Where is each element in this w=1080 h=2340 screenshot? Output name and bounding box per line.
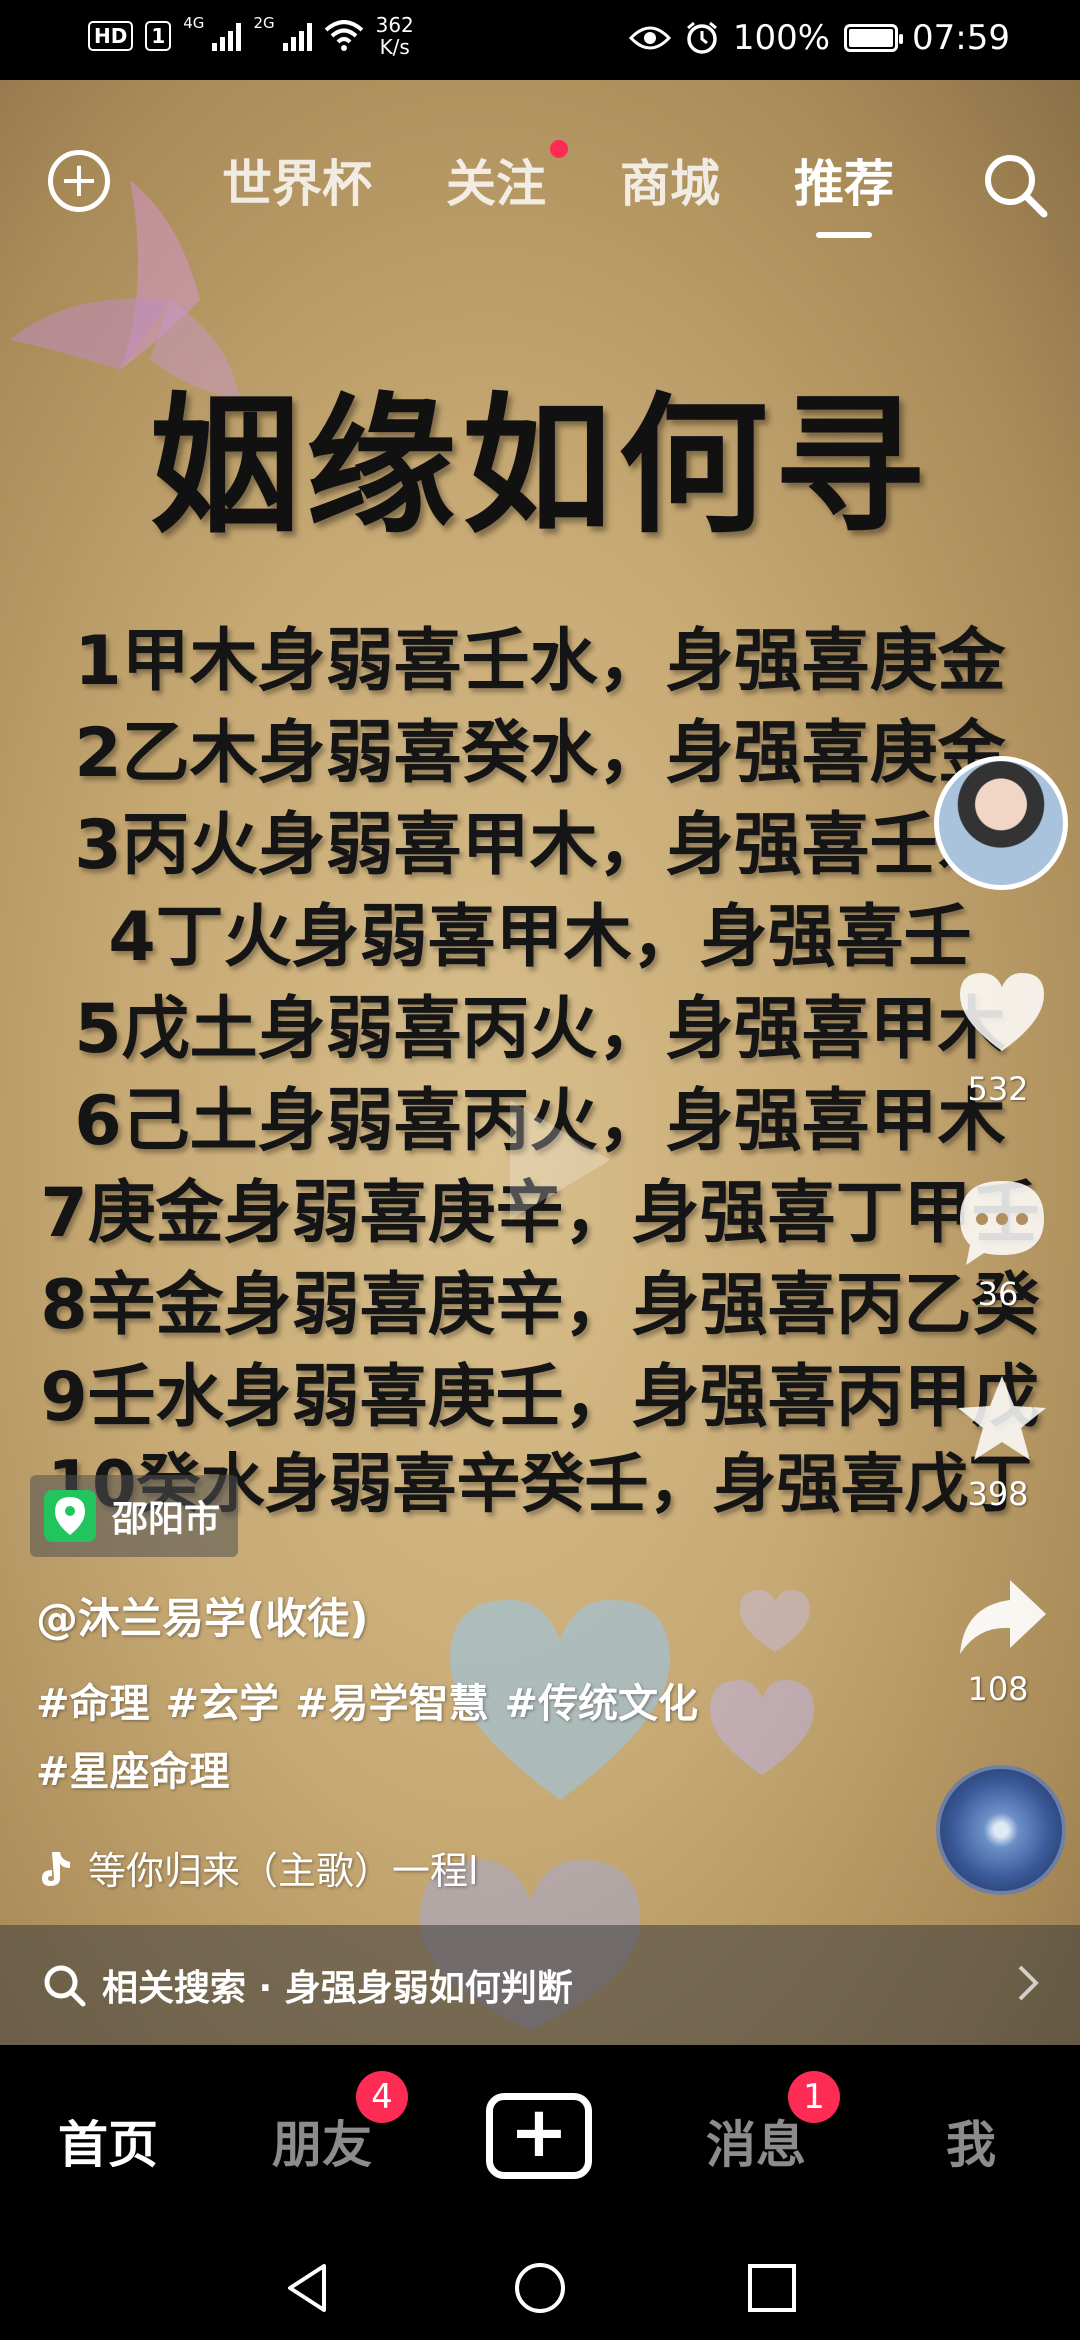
signal2-icon [282, 21, 312, 51]
alarm-icon [686, 21, 717, 54]
sim-indicator: 1 [145, 21, 172, 51]
video-player[interactable]: + 世界杯 关注 商城 推荐 姻缘如何寻 1甲木身弱喜壬水，身强喜庚金 2乙木身… [0, 80, 1080, 2045]
text-line-8: 8辛金身弱喜庚辛，身强喜丙乙癸 [40, 1266, 1040, 1345]
hashtag-2[interactable]: #玄学 [166, 1681, 280, 1727]
system-navigation-bar [0, 2230, 1080, 2340]
home-circle-icon[interactable] [512, 2260, 568, 2316]
wifi-icon [324, 20, 363, 51]
location-label: 邵阳市 [112, 1499, 221, 1540]
music-title: 等你归来（主歌）一程l [88, 1849, 479, 1893]
favorite-star-icon[interactable] [954, 1370, 1050, 1466]
tab-worldcup[interactable]: 世界杯 [222, 144, 372, 216]
status-right: 100% 07:59 [628, 18, 1010, 58]
location-tag[interactable]: 邵阳市 [30, 1475, 239, 1557]
related-search-label: 相关搜索 · 身强身弱如何判断 [102, 1968, 573, 2009]
text-line-2: 2乙木身弱喜癸水，身强喜庚金 [74, 714, 1006, 793]
like-heart-icon[interactable] [954, 965, 1050, 1061]
nav-messages-label: 消息 [706, 2116, 806, 2174]
hashtag-list: #命理 #玄学 #易学智慧 #传统文化 #星座命理 [36, 1670, 756, 1806]
share-arrow-icon[interactable] [954, 1570, 1050, 1666]
tab-mall[interactable]: 商城 [620, 144, 720, 216]
author-avatar[interactable] [934, 756, 1068, 890]
text-line-3: 3丙火身弱喜甲木，身强喜壬水 [74, 806, 1006, 885]
status-bar: HD 1 4G 2G 362 K/s 100% 07:59 [0, 0, 1080, 80]
active-tab-underline [816, 232, 872, 238]
chevron-right-icon [1018, 1965, 1039, 2001]
nav-messages[interactable]: 消息 1 [706, 2071, 840, 2177]
right-action-rail: 532 36 398 108 [930, 80, 1080, 2045]
author-name[interactable]: @沐兰易学(收徒) [36, 1585, 368, 1646]
music-disc[interactable] [936, 1765, 1066, 1895]
signal1-icon [212, 21, 242, 51]
tab-recommend[interactable]: 推荐 [794, 144, 894, 238]
follow-notification-dot [550, 140, 568, 158]
eye-icon [628, 26, 671, 50]
hashtag-5[interactable]: #星座命理 [36, 1749, 230, 1795]
related-search-bar[interactable]: 相关搜索 · 身强身弱如何判断 [0, 1925, 1080, 2045]
tab-follow[interactable]: 关注 [446, 140, 568, 216]
text-line-1: 1甲木身弱喜壬水，身强喜庚金 [74, 622, 1006, 701]
bottom-navigation: 首页 朋友 4 + 消息 1 我 [0, 2045, 1080, 2230]
nav-home[interactable]: 首页 [58, 2105, 158, 2177]
back-triangle-icon[interactable] [280, 2260, 336, 2316]
signal2-label: 2G [253, 14, 275, 32]
tab-recommend-label: 推荐 [794, 155, 894, 213]
like-count: 532 [967, 1070, 1029, 1108]
comment-icon[interactable] [954, 1175, 1050, 1271]
text-line-9: 9壬水身弱喜庚壬，身强喜丙甲戊 [40, 1358, 1040, 1437]
nav-friends[interactable]: 朋友 4 [272, 2071, 408, 2177]
favorite-count: 398 [967, 1475, 1029, 1513]
play-icon[interactable] [470, 1080, 630, 1240]
music-note-icon [42, 1851, 70, 1886]
battery-percent: 100% [732, 18, 831, 58]
net-speed-value: 362 [375, 13, 414, 37]
tab-follow-label: 关注 [446, 155, 546, 213]
hashtag-3[interactable]: #易学智慧 [295, 1681, 489, 1727]
add-circle-button[interactable]: + [48, 150, 110, 212]
net-speed-unit: K/s [379, 35, 410, 59]
signal1-label: 4G [183, 14, 205, 32]
comment-count: 36 [977, 1275, 1019, 1313]
share-count: 108 [967, 1670, 1029, 1708]
text-line-5: 5戊土身弱喜丙火，身强喜甲木 [74, 990, 1006, 1069]
text-line-4: 4丁火身弱喜甲木，身强喜壬 [108, 898, 972, 977]
net-speed: 362 K/s [376, 14, 414, 58]
top-navigation: + 世界杯 关注 商城 推荐 [0, 110, 1080, 238]
create-button[interactable]: + [486, 2093, 592, 2179]
battery-icon [844, 24, 904, 52]
music-info[interactable]: 等你归来（主歌）一程l [36, 1840, 479, 1895]
hd-indicator: HD [88, 21, 134, 51]
location-pin-icon [44, 1490, 96, 1542]
clock: 07:59 [912, 18, 1010, 58]
related-search-icon [44, 1965, 86, 2007]
hashtag-1[interactable]: #命理 [36, 1681, 150, 1727]
video-title: 姻缘如何寻 [149, 380, 930, 554]
friends-badge: 4 [356, 2071, 408, 2123]
hashtag-4[interactable]: #传统文化 [505, 1681, 699, 1727]
recents-square-icon[interactable] [744, 2260, 800, 2316]
battery-fill [849, 29, 894, 47]
nav-friends-label: 朋友 [272, 2116, 372, 2174]
status-left: HD 1 4G 2G 362 K/s [88, 14, 414, 58]
nav-me[interactable]: 我 [946, 2105, 996, 2177]
messages-badge: 1 [788, 2071, 840, 2123]
